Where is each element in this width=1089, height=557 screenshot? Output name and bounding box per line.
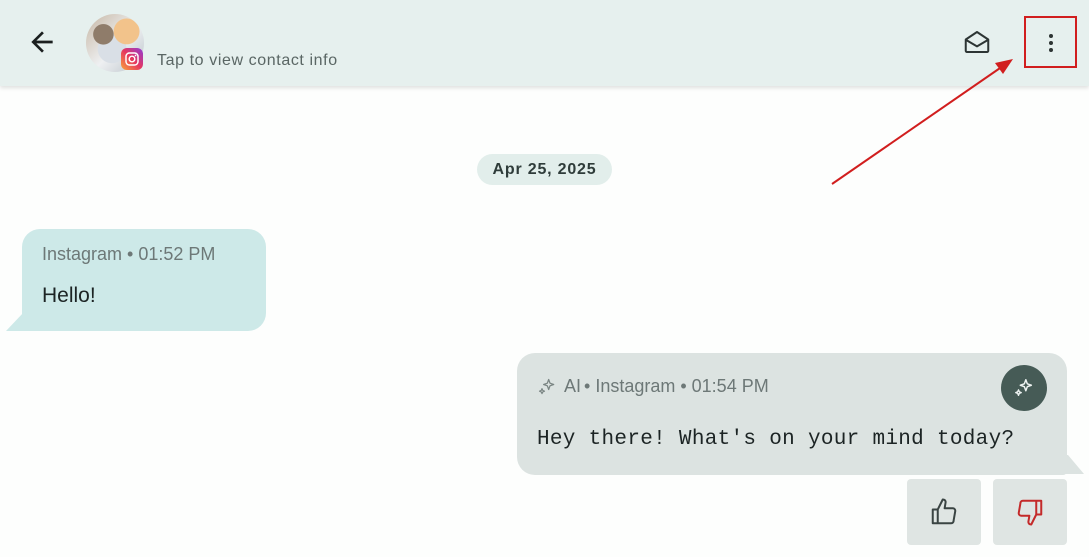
message-meta: AI • Instagram • 01:54 PM	[537, 376, 769, 397]
thumbs-down-icon	[1017, 499, 1043, 526]
message-meta: Instagram • 01:52 PM	[42, 244, 216, 264]
outgoing-message-bubble[interactable]	[517, 353, 1067, 475]
sparkle-icon	[1015, 379, 1033, 397]
message-text: Hey there! What's on your mind today?	[537, 428, 1015, 451]
message-text: Hello!	[42, 284, 96, 307]
thumbs-up-icon	[931, 498, 957, 525]
date-divider: Apr 25, 2025	[477, 154, 612, 185]
ai-assist-button[interactable]	[1001, 365, 1047, 411]
ai-label: AI	[564, 376, 582, 396]
message-meta-text: • Instagram • 01:54 PM	[584, 376, 769, 396]
dislike-button[interactable]	[993, 479, 1067, 545]
sparkle-icon	[538, 378, 555, 394]
like-button[interactable]	[907, 479, 981, 545]
